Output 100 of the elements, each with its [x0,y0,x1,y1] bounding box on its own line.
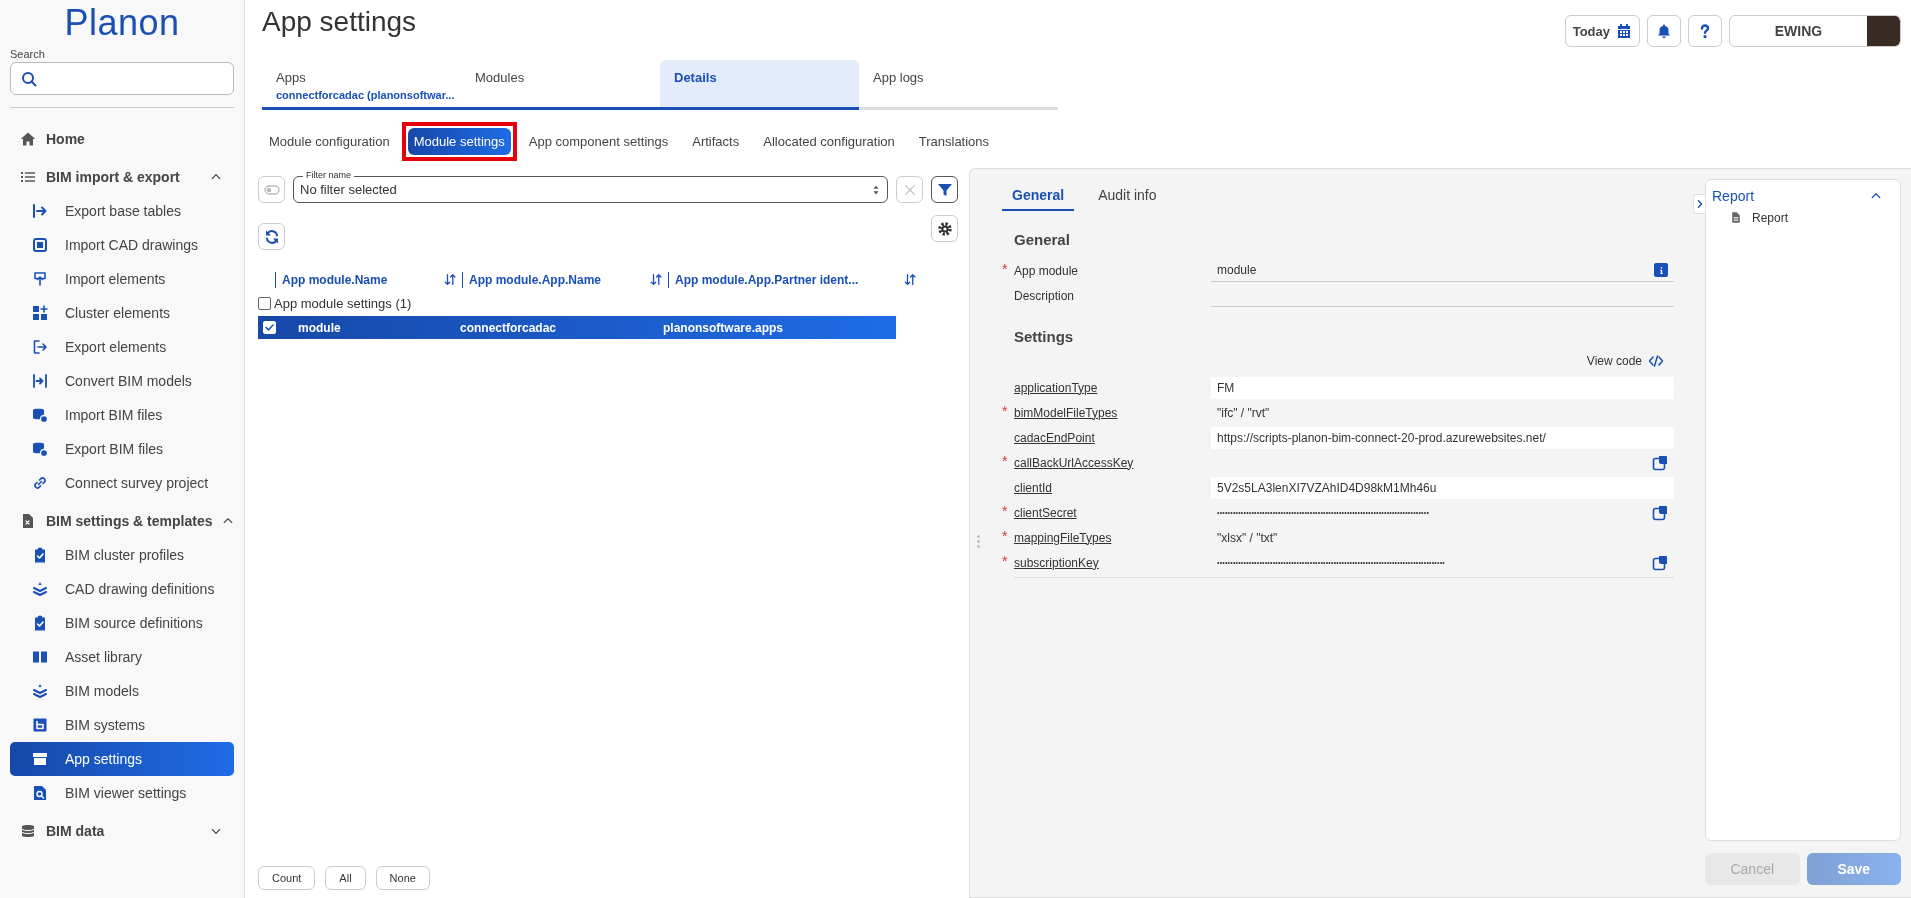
search-field[interactable] [10,62,234,95]
nav-item[interactable]: BIM source definitions [10,606,234,640]
square-frame-icon [32,237,48,253]
subtab[interactable]: Artifacts [686,128,746,155]
layers-icon [32,683,48,699]
subtab[interactable]: Allocated configuration [757,128,901,155]
required-mark: * [1002,502,1008,519]
tab[interactable]: Details [660,60,859,110]
panel-title: Report [1712,188,1755,204]
column-header[interactable]: App module.App.Name [469,273,644,287]
collapse-panel-button[interactable] [1693,194,1705,214]
subtab[interactable]: Module configuration [263,128,396,155]
list-button[interactable]: Count [258,866,316,890]
setting-label[interactable]: cadacEndPoint [1014,430,1211,445]
nav-item[interactable]: Connect survey project [10,466,234,500]
required-mark: * [1002,260,1008,277]
table-cell-text: connectforcadac [460,320,558,335]
nav-item[interactable]: CAD drawing definitions [10,572,234,606]
nav-item[interactable]: BIM cluster profiles [10,538,234,572]
clipboard-check-icon [32,615,48,631]
tab[interactable]: Apps connectforcadac (planonsoftwar... [262,60,461,110]
required-mark: * [1002,452,1008,469]
setting-label[interactable]: subscriptionKey [1014,555,1211,570]
info-icon[interactable] [1654,263,1668,277]
nav-item[interactable]: Export BIM files [10,432,234,466]
section-heading: Settings [1014,328,1075,345]
nav-item[interactable]: Export base tables [10,194,234,228]
tab[interactable]: App logs [859,60,1058,110]
upload-icon [32,271,48,287]
tab[interactable]: Audit info [1088,183,1167,211]
arrow-bar-icon [32,203,48,219]
check-icon [264,322,275,333]
copy-button[interactable] [1652,504,1668,521]
field-label: App module [1014,263,1080,278]
nav-item[interactable]: Cluster elements [10,296,234,330]
column-header[interactable]: App module.Name [282,273,438,287]
sort-icon [904,273,918,287]
nav-item[interactable]: BIM viewer settings [10,776,234,810]
document-icon [1730,210,1742,225]
settings-button[interactable] [931,215,958,242]
nav-item[interactable]: Import CAD drawings [10,228,234,262]
avatar-placeholder [1867,16,1900,46]
copy-button[interactable] [1652,554,1668,571]
refresh-button[interactable] [258,223,285,250]
subtab[interactable]: App component settings [522,128,675,155]
filter-button[interactable] [931,176,958,203]
setting-label[interactable]: clientSecret [1014,505,1211,520]
view-code-link[interactable]: View code [1586,354,1642,368]
setting-label[interactable]: clientId [1014,480,1211,495]
square-b-icon [32,717,48,733]
bell-icon [1656,23,1672,39]
list-icon [20,169,36,185]
funnel-icon [936,181,953,198]
book-icon [32,649,48,665]
setting-label[interactable]: applicationType [1014,380,1211,395]
column-header[interactable]: App module.App.Partner ident... [675,273,898,287]
page-title: App settings [262,5,418,39]
field-label: Description [1014,288,1076,303]
list-button[interactable]: None [375,866,430,890]
subtab[interactable]: Module settings [407,128,511,155]
today-button[interactable]: Today [1564,15,1640,47]
toggle-button[interactable] [258,176,285,203]
copy-icon [1652,454,1668,471]
nav-item[interactable]: Export elements [10,330,234,364]
value-text: "xlsx" / "txt" [1217,530,1278,545]
nav-item[interactable]: BIM models [10,674,234,708]
setting-label[interactable]: bimModelFileTypes [1014,405,1211,420]
value-field[interactable]: module [1211,259,1674,282]
nav-item[interactable]: App settings [10,742,234,776]
setting-label[interactable]: mappingFileTypes [1014,530,1211,545]
nav-item[interactable]: Asset library [10,640,234,674]
nav-group[interactable]: BIM settings & templates [10,504,234,538]
table-cell-text: planonsoftware.apps [663,320,785,335]
nav-item[interactable]: Import elements [10,262,234,296]
list-button[interactable]: All [325,866,366,890]
user-menu-button[interactable]: EWING [1729,15,1901,47]
checkbox[interactable] [258,297,271,310]
nav-item[interactable]: BIM systems [10,708,234,742]
nav-item[interactable]: Home [10,122,234,156]
nav-item[interactable]: Import BIM files [10,398,234,432]
value-field[interactable]: https://scripts-planon-bim-connect-20-prod.azurewebsites.net/ [1211,426,1674,449]
value-field[interactable]: FM [1211,376,1674,399]
tab[interactable]: General [1002,183,1075,211]
table-row[interactable]: module connectforcadac planonsoftware.apps [258,316,896,339]
help-button[interactable] [1688,15,1722,47]
sort-icon [444,273,458,287]
filter-name-label: Filter name [303,170,354,181]
logo-text: Planon [64,2,180,44]
notifications-button[interactable] [1647,15,1681,47]
setting-label[interactable]: callBackUrlAccessKey [1014,455,1211,470]
subtab[interactable]: Translations [912,128,996,155]
file-icon [20,513,36,529]
copy-button[interactable] [1652,454,1668,471]
value-field[interactable]: 5V2s5LA3lenXI7VZAhID4D98kM1Mh46u [1211,476,1674,499]
required-mark: * [1002,552,1008,569]
close-icon [902,182,917,197]
nav-group[interactable]: BIM import & export [10,160,234,194]
report-link[interactable]: Report [1752,210,1789,225]
nav-item[interactable]: Convert BIM models [10,364,234,398]
nav-group[interactable]: BIM data [10,814,234,848]
